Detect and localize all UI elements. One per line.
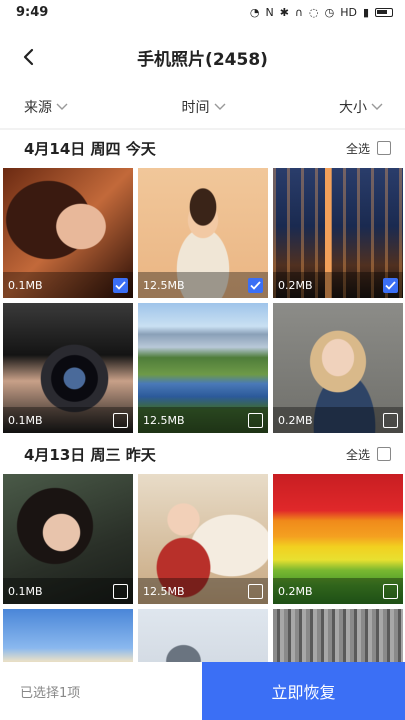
photo-size: 12.5MB: [143, 584, 185, 598]
select-all-button[interactable]: 全选: [346, 446, 391, 463]
select-all-checkbox[interactable]: [377, 141, 391, 155]
photo-checkbox[interactable]: [383, 583, 398, 599]
nfc-icon: N: [265, 5, 274, 19]
filter-size[interactable]: 大小: [339, 97, 383, 117]
selected-count: 已选择1项: [20, 685, 81, 701]
battery-icon: [375, 7, 393, 17]
photo-size: 0.1MB: [8, 278, 43, 292]
filter-label: 大小: [339, 100, 367, 116]
alarm-icon: ◔: [249, 5, 260, 19]
back-button[interactable]: [14, 42, 44, 72]
photo-checkbox[interactable]: [383, 277, 398, 293]
section-date: 4月13日 周三 昨天: [24, 445, 156, 464]
photo-tile[interactable]: 0.2MB: [273, 303, 403, 433]
photo-checkbox[interactable]: [113, 412, 128, 428]
photo-size: 0.1MB: [8, 584, 43, 598]
photo-tile[interactable]: 0.1MB: [3, 474, 133, 604]
filter-label: 时间: [181, 100, 210, 116]
photo-checkbox[interactable]: [113, 583, 128, 599]
filter-time[interactable]: 时间: [182, 97, 226, 117]
filter-bar: 来源 时间 大小: [0, 88, 405, 126]
photo-meta: 0.1MB: [3, 578, 133, 604]
status-time: 9:49: [16, 4, 49, 20]
photo-meta: 12.5MB: [138, 407, 268, 433]
photo-checkbox[interactable]: [248, 412, 263, 428]
page-title: 手机照片(2458): [137, 49, 268, 70]
chevron-down-icon: [56, 103, 68, 110]
photo-meta: 12.5MB: [138, 578, 268, 604]
photo-tile[interactable]: 12.5MB: [138, 168, 268, 298]
photo-tile[interactable]: 12.5MB: [138, 474, 268, 604]
photo-tile[interactable]: 12.5MB: [138, 303, 268, 433]
check-icon: [385, 280, 396, 290]
photo-size: 0.2MB: [278, 584, 313, 598]
photo-tile[interactable]: 0.1MB: [3, 303, 133, 433]
photo-checkbox[interactable]: [383, 412, 398, 428]
photo-tile[interactable]: 0.2MB: [273, 474, 403, 604]
chevron-down-icon: [214, 103, 225, 110]
vibrate-icon: ◌: [308, 5, 319, 19]
section-header: 4月14日 周四 今天 全选: [0, 128, 405, 168]
photo-meta: 0.2MB: [273, 272, 403, 298]
photo-size: 0.2MB: [278, 413, 313, 427]
restore-now-button[interactable]: 立即恢复: [202, 662, 405, 720]
photo-size: 0.2MB: [278, 278, 313, 292]
photo-size: 12.5MB: [143, 278, 185, 292]
photo-grid: 0.1MB 12.5MB 0.2MB 0.1MB 12.5MB 0.2MB: [3, 168, 403, 433]
clock-icon: ◷: [324, 5, 335, 19]
photo-checkbox[interactable]: [248, 583, 263, 599]
filter-label: 来源: [24, 100, 52, 116]
select-all-checkbox[interactable]: [377, 447, 391, 461]
status-bar: 9:49 ◔ N ✱ ∩ ◌ ◷ HD ▮: [0, 0, 405, 24]
filter-source[interactable]: 来源: [24, 97, 68, 117]
hd-icon: HD: [340, 5, 357, 19]
photo-checkbox[interactable]: [248, 277, 263, 293]
photo-meta: 12.5MB: [138, 272, 268, 298]
photo-size: 12.5MB: [143, 413, 185, 427]
headset-icon: ∩: [294, 5, 303, 19]
photo-tile[interactable]: 0.2MB: [273, 168, 403, 298]
section-header: 4月13日 周三 昨天 全选: [0, 434, 405, 474]
status-icons: ◔ N ✱ ∩ ◌ ◷ HD ▮: [250, 6, 393, 19]
bluetooth-icon: ✱: [279, 5, 289, 19]
photo-meta: 0.2MB: [273, 407, 403, 433]
title-bar: 手机照片(2458): [0, 34, 405, 80]
photo-meta: 0.1MB: [3, 407, 133, 433]
select-all-label: 全选: [345, 447, 370, 462]
chevron-left-icon: [23, 48, 34, 66]
bottom-bar: 已选择1项 立即恢复: [0, 662, 405, 720]
photo-tile[interactable]: 0.1MB: [3, 168, 133, 298]
check-icon: [115, 280, 126, 290]
select-all-button[interactable]: 全选: [346, 140, 391, 157]
signal-icon: ▮: [362, 5, 369, 19]
photo-meta: 0.1MB: [3, 272, 133, 298]
photo-meta: 0.2MB: [273, 578, 403, 604]
section-date: 4月14日 周四 今天: [24, 139, 156, 158]
photo-size: 0.1MB: [8, 413, 43, 427]
chevron-down-icon: [371, 103, 383, 110]
check-icon: [250, 280, 261, 290]
select-all-label: 全选: [345, 141, 370, 156]
photo-checkbox[interactable]: [113, 277, 128, 293]
